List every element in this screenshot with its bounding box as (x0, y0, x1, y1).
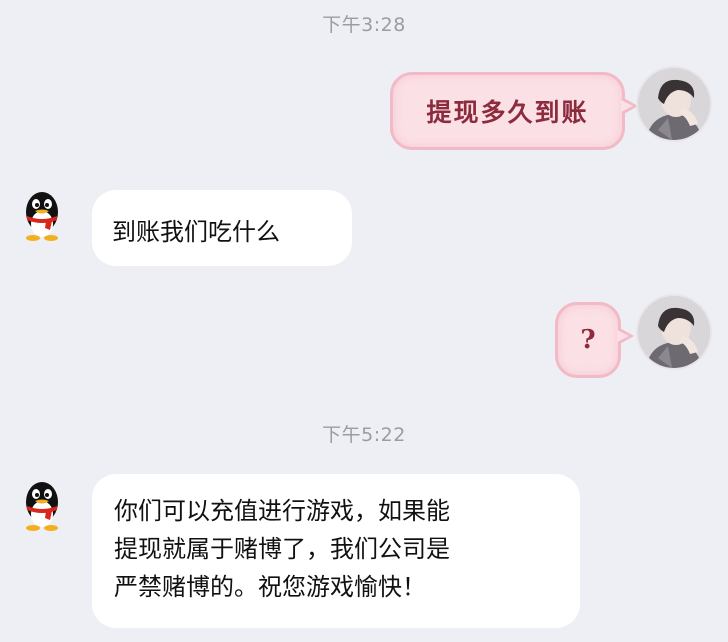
message-line: 你们可以充值进行游戏，如果能 (114, 497, 450, 525)
user-message-bubble[interactable]: 提现多久到账 (390, 72, 638, 150)
message-text: 到账我们吃什么 (112, 218, 280, 246)
message-line: 严禁赌博的。祝您游戏愉快！ (114, 573, 426, 601)
service-message-bubble[interactable]: 你们可以充值进行游戏，如果能 提现就属于赌博了，我们公司是 严禁赌博的。祝您游戏… (92, 474, 580, 628)
service-message-bubble[interactable]: 到账我们吃什么 (92, 190, 352, 266)
message-text: ? (580, 325, 596, 355)
user-photo-avatar[interactable] (638, 68, 710, 140)
message-line: 提现就属于赌博了，我们公司是 (114, 535, 450, 563)
user-message-bubble[interactable]: ? (555, 302, 634, 378)
qq-penguin-icon[interactable] (6, 468, 78, 540)
timestamp-2: 下午5:22 (322, 424, 406, 446)
message-text: 提现多久到账 (426, 98, 589, 127)
user-photo-avatar[interactable] (638, 296, 710, 368)
timestamp-1: 下午3:28 (322, 14, 406, 36)
qq-penguin-icon[interactable] (6, 178, 78, 250)
